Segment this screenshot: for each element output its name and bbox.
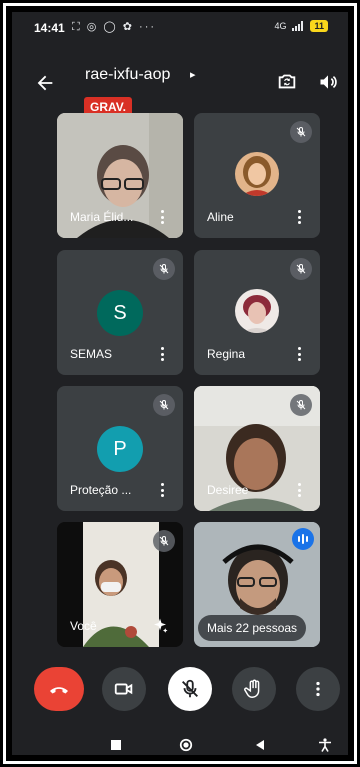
meet-screen: 14:41 ⛶ ◎ ◯ ✿ ··· 4G 11 rae-ixfu-aop ▸ G… (12, 12, 348, 755)
mic-off-icon (182, 679, 198, 698)
participant-name: Maria Élid... (70, 210, 134, 224)
notification-icons: ⛶ ◎ ◯ ✿ ··· (72, 21, 157, 33)
participant-menu-button[interactable] (292, 481, 306, 499)
more-options-button[interactable] (296, 667, 340, 711)
participant-name: Regina (207, 347, 246, 361)
status-time: 14:41 (34, 21, 65, 35)
speaker-icon[interactable] (318, 72, 338, 92)
battery-icon: 11 (310, 20, 328, 32)
video-camera-icon (114, 683, 133, 695)
participant-tile-aline[interactable]: Aline (194, 113, 320, 238)
back-nav-icon[interactable] (254, 738, 266, 752)
participant-name: SEMAS (70, 347, 113, 361)
avatar: P (97, 426, 143, 472)
participant-name: Desiree (207, 483, 249, 497)
signal-icon: 4G (274, 21, 287, 31)
participant-menu-button[interactable] (292, 208, 306, 226)
mic-toggle-button[interactable] (168, 667, 212, 711)
avatar: S (97, 290, 143, 336)
more-participants-chip[interactable]: Mais 22 pessoas (198, 615, 307, 641)
raise-hand-button[interactable] (232, 667, 276, 711)
switch-camera-icon[interactable] (276, 70, 298, 92)
mic-off-icon (290, 121, 312, 143)
participant-menu-button[interactable] (155, 481, 169, 499)
signal-bars-icon (292, 21, 304, 31)
participant-menu-button[interactable] (292, 345, 306, 363)
raise-hand-icon (244, 679, 260, 698)
mic-off-icon (153, 394, 175, 416)
camera-toggle-button[interactable] (102, 667, 146, 711)
participant-tile-desiree[interactable]: Desiree (194, 386, 320, 511)
status-bar: 14:41 ⛶ ◎ ◯ ✿ ··· 4G 11 (12, 12, 348, 42)
recents-nav-icon[interactable] (110, 738, 122, 752)
participant-tile-self[interactable]: Você (57, 522, 183, 647)
mic-off-icon (290, 394, 312, 416)
more-vert-icon (316, 681, 320, 697)
speaking-indicator-icon (292, 528, 314, 550)
participant-tile-maria[interactable]: Maria Élid... (57, 113, 183, 238)
end-call-icon (50, 687, 68, 694)
end-call-button[interactable] (34, 667, 84, 711)
participant-tile-more[interactable]: Mais 22 pessoas (194, 522, 320, 647)
back-arrow-icon[interactable] (34, 72, 56, 94)
avatar (235, 152, 279, 196)
effects-sparkle-icon[interactable] (151, 617, 169, 635)
participant-menu-button[interactable] (155, 208, 169, 226)
meeting-code[interactable]: rae-ixfu-aop (85, 66, 170, 84)
home-nav-icon[interactable] (178, 738, 194, 752)
accessibility-nav-icon[interactable] (318, 738, 332, 752)
participant-tile-protecao[interactable]: P Proteção ... (57, 386, 183, 511)
mic-off-icon (153, 530, 175, 552)
mic-off-icon (153, 258, 175, 280)
participant-name: Você (70, 619, 97, 633)
status-right: 4G 11 (274, 20, 328, 32)
meeting-details-caret-icon[interactable]: ▸ (190, 68, 196, 81)
mic-off-icon (290, 258, 312, 280)
participant-tile-regina[interactable]: Regina (194, 250, 320, 375)
avatar (235, 289, 279, 333)
participant-tile-semas[interactable]: S SEMAS (57, 250, 183, 375)
participant-name: Aline (207, 210, 234, 224)
participant-name: Proteção ... (70, 483, 132, 497)
participant-menu-button[interactable] (155, 345, 169, 363)
